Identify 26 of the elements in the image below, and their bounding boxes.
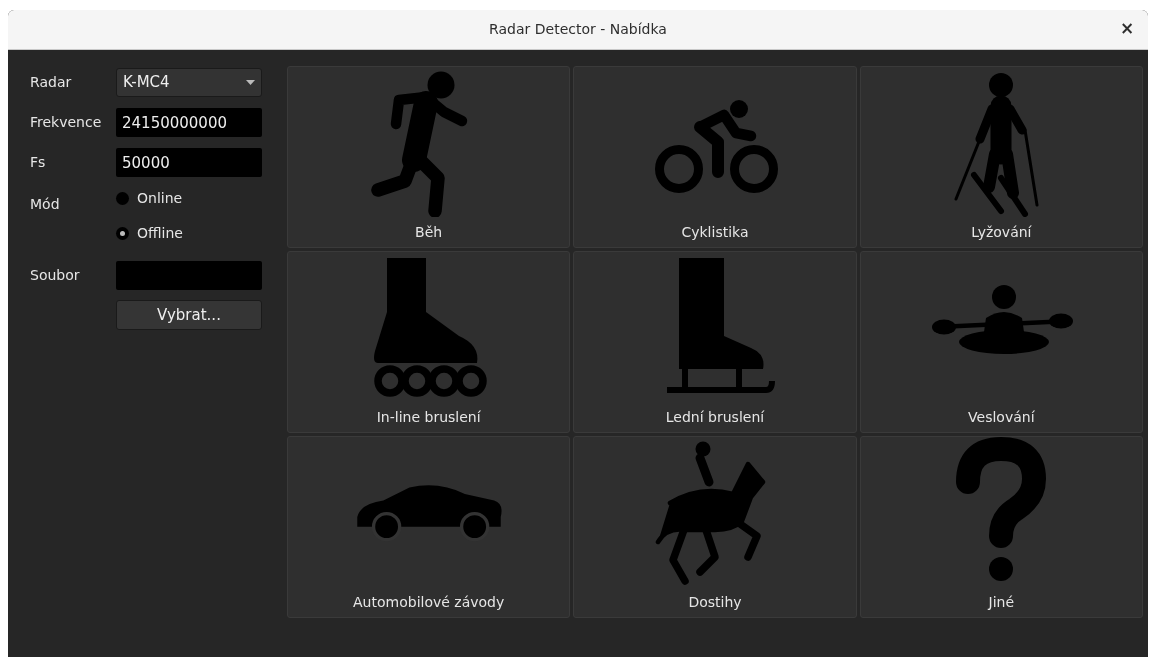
close-button[interactable]: × <box>1116 18 1138 40</box>
activity-tile[interactable]: Běh <box>287 66 571 248</box>
fs-field[interactable]: 50000 <box>116 148 262 177</box>
activity-tile[interactable]: In-line bruslení <box>287 251 571 433</box>
field-label: Mód <box>30 195 61 214</box>
file-field[interactable] <box>116 261 262 290</box>
window-title: Radar Detector - Nabídka <box>489 20 667 39</box>
dropdown-caret-icon <box>246 80 255 85</box>
choose-button[interactable]: Vybrat... <box>116 300 262 330</box>
activity-tile[interactable]: Automobilové závody <box>287 436 571 618</box>
activity-tile[interactable]: Veslování <box>859 251 1143 433</box>
radio-option[interactable]: Offline <box>116 223 183 244</box>
radar-dropdown[interactable]: K-MC4 <box>116 68 262 97</box>
radio-option[interactable]: Online <box>116 188 183 209</box>
activity-tile[interactable]: Lyžování <box>859 66 1143 248</box>
activity-tile[interactable]: Dostihy <box>573 436 857 618</box>
radio-button[interactable] <box>116 192 129 205</box>
radio-button[interactable] <box>116 227 129 240</box>
field-label: Radar <box>30 73 73 92</box>
activity-tile[interactable]: Lední bruslení <box>573 251 857 433</box>
activity-tile[interactable]: Jiné <box>859 436 1143 618</box>
field-label: Soubor <box>30 266 81 285</box>
activity-tile[interactable]: Cyklistika <box>573 66 857 248</box>
field-label: Fs <box>30 153 47 172</box>
field-label: Frekvence <box>30 113 103 132</box>
frequency-field[interactable]: 24150000000 <box>116 108 262 137</box>
